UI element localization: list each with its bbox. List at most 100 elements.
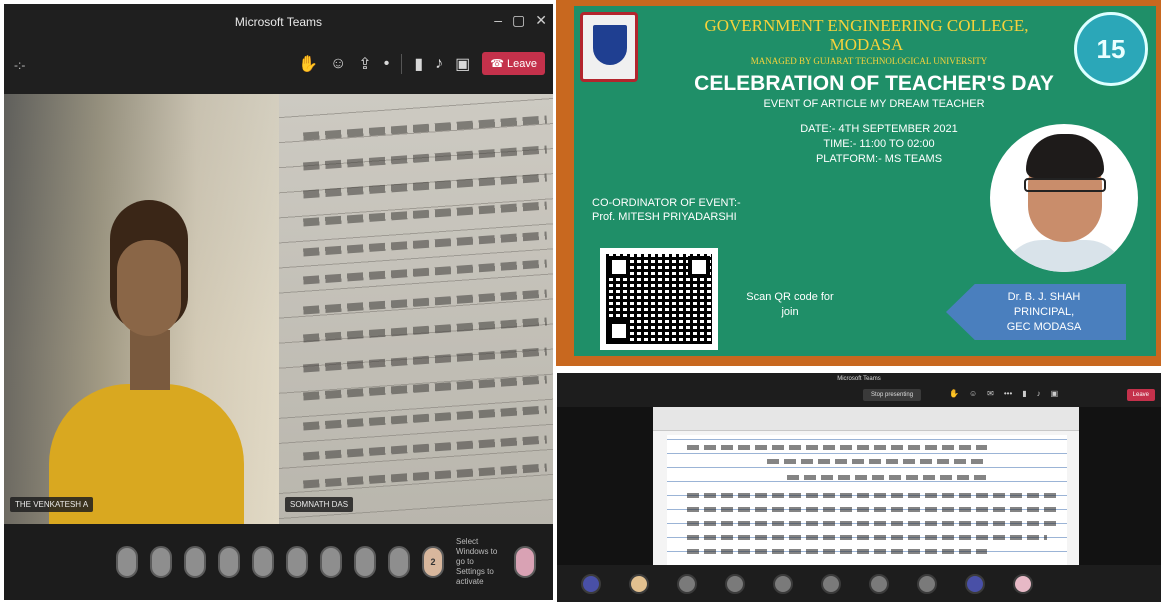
qr-code[interactable] xyxy=(600,248,718,350)
window-controls: – ▢ ✕ xyxy=(494,12,547,29)
handwriting-line xyxy=(687,507,1057,512)
meeting-toolbar: Stop presenting ✋ ☺ ✉ ••• ▮ ♪ ▣ Leave xyxy=(557,385,1161,407)
participant-avatar[interactable] xyxy=(354,546,376,578)
participant-strip xyxy=(557,565,1161,602)
participant-avatar[interactable] xyxy=(1013,573,1033,594)
toolbar-divider xyxy=(401,53,403,74)
meeting-controls: ✋ ☺ ✉ ••• ▮ ♪ ▣ xyxy=(949,389,1058,398)
participant-avatar[interactable] xyxy=(388,546,410,578)
hand-raise-icon[interactable]: ✋ xyxy=(949,389,959,398)
participant-avatar[interactable] xyxy=(514,546,536,578)
share-icon[interactable]: ⇪ xyxy=(358,54,371,74)
participant-avatar[interactable] xyxy=(725,573,745,594)
meeting-controls: ✋ ☺ ⇪ • ▮ ♪ ▣ ☎ Leave xyxy=(298,52,545,75)
window-titlebar: Microsoft Teams – ▢ ✕ xyxy=(4,4,553,40)
event-details: DATE:- 4TH SEPTEMBER 2021 TIME:- 11:00 T… xyxy=(724,122,1034,167)
stop-presenting-button[interactable]: Stop presenting xyxy=(863,389,922,401)
college-name: GOVERNMENT ENGINEERING COLLEGE, MODASA xyxy=(704,16,1029,54)
glasses-icon xyxy=(1024,178,1106,192)
participant-video-tile[interactable]: THE VENKATESH A xyxy=(4,94,279,524)
share-screen-icon[interactable]: ▣ xyxy=(1051,389,1059,398)
notebook-video-tile[interactable]: SOMNATH DAS xyxy=(279,94,553,524)
handwriting-line xyxy=(687,521,1057,526)
participant-avatar[interactable] xyxy=(150,546,172,578)
participant-avatar[interactable] xyxy=(286,546,308,578)
participant-avatar[interactable] xyxy=(629,573,649,594)
minimize-icon[interactable]: – xyxy=(494,12,502,29)
person-neck xyxy=(130,330,170,390)
leave-button[interactable]: ☎ Leave xyxy=(482,52,545,75)
microphone-icon[interactable]: ♪ xyxy=(1037,389,1041,398)
document-ribbon xyxy=(653,407,1079,431)
scan-instruction: Scan QR code for join xyxy=(746,291,834,318)
handwriting-line xyxy=(687,549,987,554)
participant-name-tag: SOMNATH DAS xyxy=(285,497,354,512)
shield-icon xyxy=(593,25,627,65)
reactions-icon[interactable]: ☺ xyxy=(969,389,977,398)
principal-hair xyxy=(1026,134,1104,178)
handwriting-line xyxy=(767,459,987,464)
camera-icon[interactable]: ▮ xyxy=(414,54,423,74)
shared-document xyxy=(653,407,1079,565)
principal-org: GEC MODASA xyxy=(1006,321,1082,333)
principal-badge: Dr. B. J. SHAH PRINCIPAL, GEC MODASA xyxy=(946,284,1126,340)
participant-avatar[interactable] xyxy=(821,573,841,594)
teams-meeting-window-left: Microsoft Teams – ▢ ✕ -:- ✋ ☺ ⇪ • ▮ ♪ ▣ … xyxy=(4,4,553,600)
participant-avatar[interactable] xyxy=(184,546,206,578)
event-name: EVENT OF ARTICLE MY DREAM TEACHER xyxy=(763,98,985,110)
person-face xyxy=(117,240,181,336)
anniversary-logo-text: 15 xyxy=(1096,33,1126,64)
principal-photo xyxy=(990,124,1138,272)
participant-avatar[interactable] xyxy=(917,573,937,594)
microphone-icon[interactable]: ♪ xyxy=(435,55,443,73)
participant-avatar[interactable] xyxy=(965,573,985,594)
participant-avatar[interactable] xyxy=(581,573,601,594)
meeting-timer: -:- xyxy=(14,58,26,72)
participant-name-tag: THE VENKATESH A xyxy=(10,497,94,512)
shared-screen xyxy=(557,407,1161,565)
camera-icon[interactable]: ▮ xyxy=(1022,389,1026,398)
college-logo xyxy=(580,12,638,82)
participant-avatar[interactable] xyxy=(218,546,240,578)
participant-avatar[interactable] xyxy=(252,546,274,578)
handwriting-line xyxy=(687,535,1047,540)
anniversary-logo: 15 xyxy=(1074,12,1148,86)
principal-name: Dr. B. J. SHAH xyxy=(1007,291,1081,303)
leave-label: Leave xyxy=(507,58,537,70)
qr-finder xyxy=(608,320,630,342)
handwriting-line xyxy=(687,445,987,450)
coordinator-block: CO-ORDINATOR OF EVENT:- Prof. MITESH PRI… xyxy=(592,196,741,224)
participant-avatar[interactable] xyxy=(677,573,697,594)
activation-watermark: Select Windows to go to Settings to acti… xyxy=(456,537,498,586)
event-platform: PLATFORM:- MS TEAMS xyxy=(815,153,943,165)
poster-title: CELEBRATION OF TEACHER'S DAY xyxy=(694,72,1054,95)
chat-icon[interactable]: ✉ xyxy=(987,389,994,398)
participant-avatar[interactable] xyxy=(869,573,889,594)
video-grid: THE VENKATESH A SOMNATH DAS xyxy=(4,94,553,524)
close-icon[interactable]: ✕ xyxy=(535,12,547,29)
event-date: DATE:- 4TH SEPTEMBER 2021 xyxy=(800,123,958,135)
leave-button[interactable]: Leave xyxy=(1126,389,1155,401)
coordinator-name: Prof. MITESH PRIYADARSHI xyxy=(592,211,737,223)
participant-avatar[interactable] xyxy=(320,546,342,578)
more-options-icon[interactable]: ••• xyxy=(1004,389,1012,398)
reactions-icon[interactable]: ☺ xyxy=(330,55,346,73)
handwriting-line xyxy=(787,475,987,480)
window-title: Microsoft Teams xyxy=(234,15,323,29)
self-avatar[interactable]: 2 xyxy=(422,546,444,578)
principal-shirt xyxy=(1002,240,1126,272)
event-time: TIME:- 11:00 TO 02:00 xyxy=(823,138,935,150)
share-screen-icon[interactable]: ▣ xyxy=(455,54,470,74)
coordinator-label: CO-ORDINATOR OF EVENT:- xyxy=(592,197,741,209)
participant-avatar[interactable] xyxy=(773,573,793,594)
hand-raise-icon[interactable]: ✋ xyxy=(298,54,318,74)
poster-board: 15 GOVERNMENT ENGINEERING COLLEGE, MODAS… xyxy=(574,6,1156,356)
participant-strip: 2 Select Windows to go to Settings to ac… xyxy=(4,524,553,600)
maximize-icon[interactable]: ▢ xyxy=(512,12,525,29)
self-avatar-initial: 2 xyxy=(430,557,436,567)
document-page xyxy=(667,435,1067,565)
principal-role: PRINCIPAL, xyxy=(1013,306,1075,318)
teams-meeting-window-right: Microsoft Teams Stop presenting ✋ ☺ ✉ ••… xyxy=(557,373,1161,602)
more-options-icon[interactable]: • xyxy=(384,55,390,73)
participant-avatar[interactable] xyxy=(116,546,138,578)
